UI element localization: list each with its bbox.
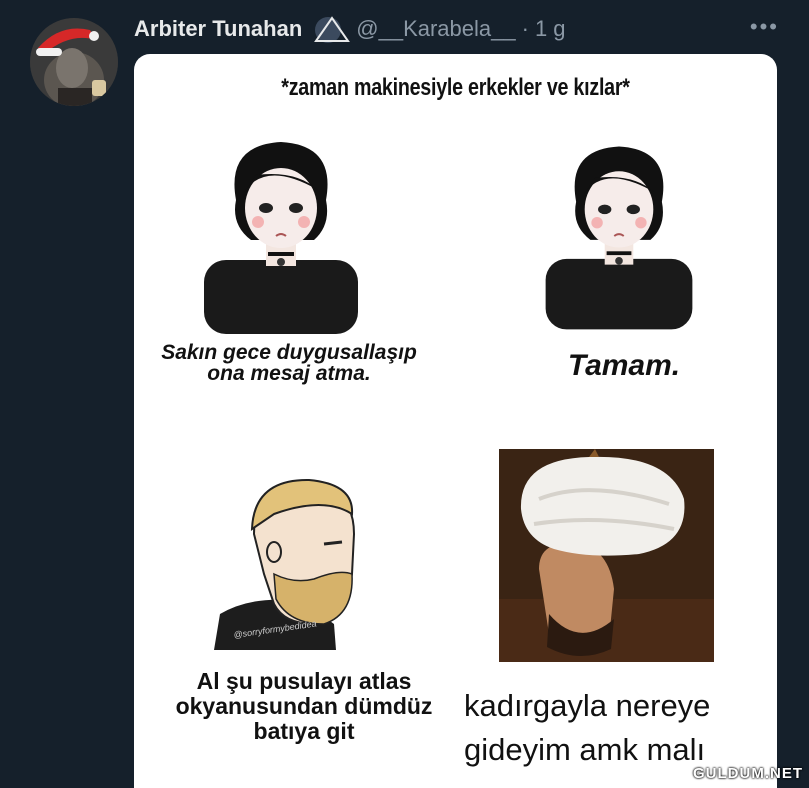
chad-image: @sorryformybedidea <box>214 478 356 650</box>
triangle-icon <box>312 14 352 44</box>
doomer-girl-image-right <box>545 146 693 330</box>
author-name[interactable]: Arbiter Tunahan <box>134 16 302 42</box>
separator: · <box>521 16 529 41</box>
panel2-text: Tamam. <box>567 349 681 382</box>
portrait-painting-image <box>499 449 714 662</box>
panel3-text: Al şu pusulayı atlas okyanusundan dümdüz… <box>175 668 433 744</box>
doomer-girl-image-left <box>204 142 358 334</box>
watermark: GULDUM.NET <box>693 765 803 782</box>
timestamp[interactable]: 1 g <box>535 16 566 42</box>
avatar-image <box>30 18 118 106</box>
tweet-media[interactable]: *zaman makinesiyle erkekler ve kızlar* S… <box>134 54 777 788</box>
author-handle[interactable]: @__Karabela__ <box>356 16 515 42</box>
more-icon[interactable]: ••• <box>750 14 779 40</box>
panel4-text: kadırgayla nereye gideyim amk malı <box>464 684 754 772</box>
meme-title: *zaman makinesiyle erkekler ve kızlar* <box>281 74 630 101</box>
avatar[interactable] <box>30 18 118 106</box>
panel1-text: Sakın gece duygusallaşıp ona mesaj atma. <box>161 341 417 385</box>
tweet-header: Arbiter Tunahan @__Karabela__ · 1 g <box>134 12 809 46</box>
panel4-line1: kadırgayla nereye <box>464 688 711 723</box>
